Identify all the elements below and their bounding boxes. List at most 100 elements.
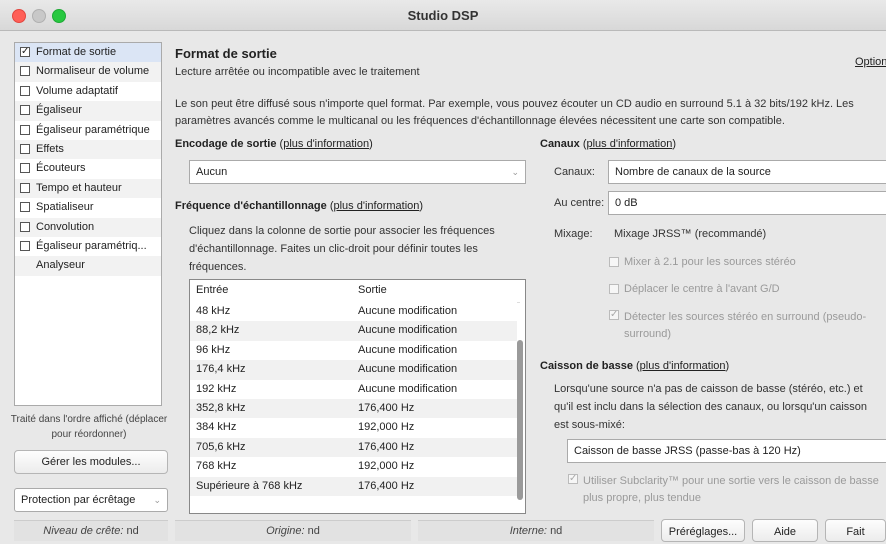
module-checkbox[interactable] [20,143,30,154]
module-item[interactable]: ✓ Format de sortie [15,43,161,63]
encoding-section-title: Encodage de sortie (plus d'information) [175,138,373,150]
order-note: Traité dans l'ordre affiché (déplacer po… [10,414,168,440]
module-checkbox[interactable] [20,85,30,96]
channels-select[interactable]: Nombre de canaux de la source [608,160,886,184]
channels-more-info-link[interactable]: plus d'information [586,138,672,150]
subclarity-label: Utiliser Subclarity™ pour une sortie ver… [583,475,879,504]
module-label: Écouteurs [36,162,86,175]
output-rate-cell[interactable]: 176,400 Hz [358,477,414,496]
pseudo-surround-label: Détecter les sources stéréo en surround … [624,311,867,340]
options-link[interactable]: Option [855,56,886,68]
module-item[interactable]: Volume adaptatif [15,82,161,101]
help-button[interactable]: Aide [752,519,818,542]
table-row[interactable]: 384 kHz 192,000 Hz [190,418,517,438]
table-row[interactable]: 88,2 kHz Aucune modification [190,321,517,341]
input-rate-cell: 48 kHz [196,305,231,317]
module-checkbox[interactable] [20,240,30,251]
module-checkbox[interactable]: ✓ [20,47,30,57]
module-checkbox[interactable] [20,221,30,232]
sample-rate-instructions: Cliquez dans la colonne de sortie pour a… [189,225,495,273]
module-label: Égaliseur paramétriq... [36,239,147,252]
output-encoding-select[interactable]: Aucun ⌄ [189,160,526,184]
module-list[interactable]: ✓ Format de sortie Normaliseur de volume Vo… [14,42,162,406]
module-label: Format de sortie [36,46,117,58]
table-scrollbar[interactable] [517,340,523,500]
chevron-down-icon: ⌄ [153,495,161,505]
sample-rate-more-info-link[interactable]: plus d'information [334,200,420,212]
output-rate-cell[interactable]: Aucune modification [358,380,457,399]
output-rate-cell[interactable]: Aucune modification [358,302,457,321]
output-rate-cell[interactable]: 176,400 Hz [358,438,414,457]
module-item[interactable]: Écouteurs [15,159,161,178]
module-checkbox[interactable] [20,163,30,174]
module-label: Tempo et hauteur [36,181,122,194]
module-checkbox[interactable] [20,105,30,116]
input-rate-cell: 176,4 kHz [196,363,246,376]
module-item[interactable]: Égaliseur [15,101,161,121]
done-button[interactable]: Fait [825,519,886,542]
table-row[interactable]: 96 kHz Aucune modification [190,340,517,361]
mix-21-checkbox[interactable] [609,257,619,267]
module-item[interactable]: Convolution [15,217,161,237]
output-rate-cell[interactable]: Aucune modification [358,341,457,360]
output-rate-cell[interactable]: Aucune modification [358,360,457,379]
module-item[interactable]: Effets [15,139,161,160]
format-description: Le son peut être diffusé sous n'importe … [175,98,854,127]
encoding-more-info-link[interactable]: plus d'information [283,138,369,150]
table-row[interactable]: 768 kHz 192,000 Hz [190,457,517,477]
subwoofer-more-info-link[interactable]: plus d'information [640,360,726,372]
output-rate-cell[interactable]: Aucune modification [358,321,457,340]
channels-section-title: Canaux (plus d'information) [540,138,677,150]
input-rate-cell: 192 kHz [196,382,237,395]
manage-modules-button[interactable]: Gérer les modules... [14,450,168,474]
mix-value: Mixage JRSS™ (recommandé) [614,228,767,240]
clipping-protection-select[interactable]: Protection par écrêtage ⌄ [14,488,168,512]
module-checkbox[interactable] [20,182,30,193]
move-center-checkbox[interactable] [609,284,619,294]
output-rate-cell[interactable]: 192,000 Hz [358,418,414,437]
column-header-output: Sortie [358,284,387,296]
module-item[interactable]: Égaliseur paramétrique [15,121,161,140]
subwoofer-section-title: Caisson de basse (plus d'information) [540,360,730,372]
presets-button[interactable]: Préréglages... [661,519,745,542]
move-center-label: Déplacer le centre à l'avant G/D [624,283,780,295]
output-rate-cell[interactable]: 192,000 Hz [358,457,414,476]
module-item[interactable]: Analyseur [15,256,161,276]
subclarity-checkbox[interactable]: ✓ [568,474,578,484]
table-row[interactable]: 705,6 kHz 176,400 Hz [190,437,517,458]
mix-label: Mixage: [554,228,593,240]
center-level-select[interactable]: 0 dB [608,191,886,215]
output-rate-cell[interactable]: 176,400 Hz [358,399,414,418]
module-label: Spatialiseur [36,201,94,214]
module-label: Analyseur [36,259,85,272]
module-item[interactable]: Égaliseur paramétriq... [15,237,161,256]
module-checkbox[interactable] [20,202,30,213]
sample-rate-table[interactable]: Entrée Sortie 48 kHz Aucune modification 8… [189,279,526,514]
input-rate-cell: Supérieure à 768 kHz [196,479,303,492]
module-checkbox[interactable] [20,66,30,77]
table-row[interactable]: 48 kHz Aucune modification [190,302,517,322]
subwoofer-select[interactable]: Caisson de basse JRSS (passe-bas à 120 H… [567,439,886,463]
input-rate-cell: 88,2 kHz [196,324,240,337]
window-title: Studio DSP [407,8,479,23]
internal-status: Interne: nd [418,520,654,541]
subwoofer-description: Lorsqu'une source n'a pas de caisson de … [554,383,868,431]
module-item[interactable]: Tempo et hauteur [15,178,161,199]
center-level-value: 0 dB [615,197,638,209]
input-rate-cell: 96 kHz [196,343,231,356]
pseudo-surround-checkbox[interactable]: ✓ [609,310,619,320]
table-row[interactable]: 176,4 kHz Aucune modification [190,360,517,380]
module-checkbox[interactable] [20,124,30,135]
module-label: Égaliseur paramétrique [36,123,150,136]
module-item[interactable]: Spatialiseur [15,198,161,217]
table-row[interactable]: 192 kHz Aucune modification [190,379,517,399]
module-label: Volume adaptatif [36,84,118,97]
subwoofer-value: Caisson de basse JRSS (passe-bas à 120 H… [574,445,801,457]
table-row[interactable]: Supérieure à 768 kHz 176,400 Hz [190,476,517,496]
origin-status: Origine: nd [175,520,411,541]
input-rate-cell: 352,8 kHz [196,402,246,414]
channels-label: Canaux: [554,166,595,178]
module-item[interactable]: Normaliseur de volume [15,62,161,82]
table-row[interactable]: 352,8 kHz 176,400 Hz [190,399,517,419]
column-header-input: Entrée [196,284,229,296]
